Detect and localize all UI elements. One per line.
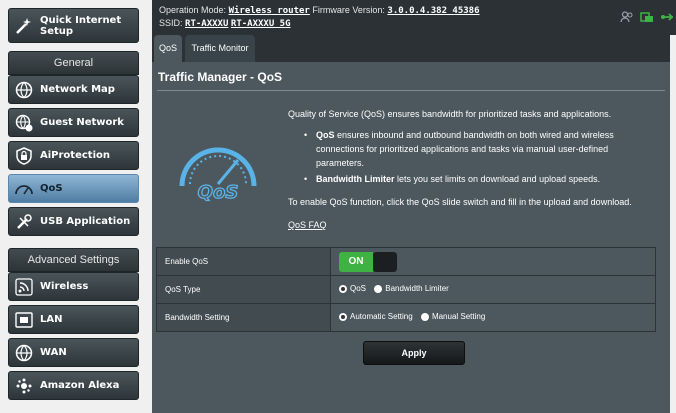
sidebar: Quick Internet Setup General Network Map… (0, 0, 152, 413)
qos-logo-icon: QoS (172, 138, 264, 204)
globe-icon (14, 80, 34, 100)
users-icon[interactable] (620, 10, 634, 28)
sidebar-item-network-map[interactable]: Network Map (8, 75, 139, 104)
globe-icon (14, 343, 34, 363)
list-item: Bandwidth Limiter lets you set limits on… (304, 172, 649, 186)
enable-qos-toggle[interactable]: ON (339, 251, 397, 272)
ssid-24g-link[interactable]: RT-AXXXU (185, 19, 228, 29)
qos-type-radio-bandwidth-limiter[interactable] (374, 284, 383, 293)
sidebar-item-aiprotection[interactable]: AiProtection (8, 141, 139, 170)
feature-list: QoS ensures inbound and outbound bandwid… (304, 128, 649, 188)
firmware-label: Firmware Version: (312, 5, 385, 15)
sidebar-item-qos[interactable]: QoS (8, 174, 139, 203)
sidebar-item-guest-network[interactable]: Guest Network (8, 108, 139, 137)
operation-mode-label: Operation Mode: (159, 5, 227, 15)
apply-button[interactable]: Apply (363, 341, 465, 365)
wifi-icon (14, 277, 34, 297)
bullet-qos-title: QoS (316, 130, 335, 140)
sidebar-item-label: Amazon Alexa (40, 380, 120, 391)
qos-type-option-label: QoS (350, 284, 367, 294)
sidebar-item-wireless[interactable]: Wireless (8, 272, 139, 301)
sidebar-item-label: QoS (40, 183, 63, 194)
qos-logo-text: QoS (198, 182, 239, 202)
usb-status-icon[interactable] (660, 10, 674, 28)
tab-traffic-monitor[interactable]: Traffic Monitor (185, 35, 255, 62)
main-panel: Traffic Manager - QoS QoS Quality of Ser… (152, 62, 670, 413)
sidebar-item-usb-application[interactable]: USB Application (8, 207, 139, 236)
table-row: Bandwidth Setting Automatic Setting Manu… (156, 303, 656, 332)
table-row: QoS Type QoS Bandwidth Limiter (156, 275, 656, 304)
ssid-line: SSID: RT-AXXXU RT-AXXXU_5G (159, 18, 291, 29)
tab-bar: QoS Traffic Monitor (152, 35, 676, 62)
general-header: General (8, 51, 139, 75)
bandwidth-radio-automatic[interactable] (339, 312, 347, 321)
alexa-icon (14, 376, 34, 396)
list-item: QoS ensures inbound and outbound bandwid… (304, 128, 649, 170)
firmware-link[interactable]: 3.0.0.4.382_45386 (387, 6, 479, 16)
bandwidth-option-label: Automatic Setting (350, 312, 413, 322)
ssid-label: SSID: (159, 18, 183, 28)
tab-qos[interactable]: QoS (154, 35, 182, 62)
qos-faq-link[interactable]: QoS FAQ (288, 220, 327, 230)
sidebar-item-label: AiProtection (40, 150, 110, 161)
sidebar-item-label: Network Map (40, 84, 115, 95)
quick-internet-setup-label: Quick Internet Setup (40, 14, 122, 37)
advanced-settings-header: Advanced Settings (8, 248, 139, 272)
enable-qos-label: Enable QoS (156, 247, 331, 276)
qos-type-label: QoS Type (156, 275, 331, 304)
toggle-knob (373, 251, 397, 272)
wand-icon (14, 16, 34, 36)
bullet-qos-text: ensures inbound and outbound bandwidth o… (316, 130, 614, 168)
operation-mode-line: Operation Mode: Wireless router Firmware… (159, 5, 480, 16)
sidebar-item-wan[interactable]: WAN (8, 338, 139, 367)
toggle-on-label: ON (339, 251, 373, 272)
table-row: Enable QoS ON (156, 247, 656, 276)
title-divider (157, 90, 665, 91)
usb-tools-icon (14, 212, 34, 232)
bullet-limiter-text: lets you set limits on download and uplo… (394, 174, 601, 184)
guest-globe-icon (14, 113, 34, 133)
sidebar-item-lan[interactable]: LAN (8, 305, 139, 334)
status-bar: Operation Mode: Wireless router Firmware… (152, 0, 676, 35)
bullet-limiter-title: Bandwidth Limiter (316, 174, 395, 184)
qos-type-option-label: Bandwidth Limiter (385, 284, 449, 294)
lan-icon (14, 310, 34, 330)
intro-text: Quality of Service (QoS) ensures bandwid… (288, 109, 612, 119)
bandwidth-setting-label: Bandwidth Setting (156, 303, 331, 332)
page-title: Traffic Manager - QoS (158, 70, 283, 84)
bandwidth-radio-manual[interactable] (420, 312, 429, 321)
bandwidth-option-label: Manual Setting (431, 312, 486, 322)
sidebar-item-label: LAN (40, 314, 63, 325)
speedometer-icon (14, 179, 34, 199)
ssid-5g-link[interactable]: RT-AXXXU_5G (231, 19, 291, 29)
quick-internet-setup-button[interactable]: Quick Internet Setup (8, 8, 139, 43)
page-edge (670, 35, 676, 413)
qos-type-radio-qos[interactable] (339, 284, 347, 293)
sidebar-item-label: Guest Network (40, 117, 124, 128)
network-status-icon[interactable] (640, 10, 654, 28)
sidebar-item-label: USB Application (40, 216, 131, 227)
lock-icon (14, 146, 34, 166)
sidebar-item-amazon-alexa[interactable]: Amazon Alexa (8, 371, 139, 400)
qos-settings-table: Enable QoS ON QoS Type QoS Bandwidth Lim… (156, 247, 656, 332)
enable-instructions: To enable QoS function, click the QoS sl… (288, 197, 632, 207)
operation-mode-link[interactable]: Wireless router (229, 6, 310, 16)
sidebar-item-label: Wireless (40, 281, 89, 292)
sidebar-item-label: WAN (40, 347, 67, 358)
